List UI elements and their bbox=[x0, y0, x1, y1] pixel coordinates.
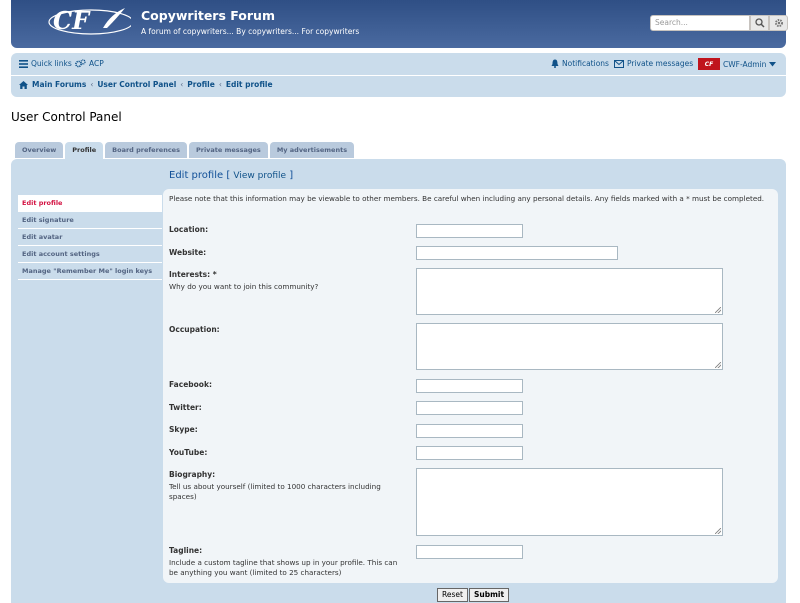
tab-board-preferences[interactable]: Board preferences bbox=[105, 142, 187, 158]
tab-profile[interactable]: Profile bbox=[65, 142, 104, 159]
side-menu-edit-avatar[interactable]: Edit avatar bbox=[18, 229, 162, 246]
private-messages-link[interactable]: Private messages bbox=[614, 59, 693, 68]
nav-links-row: Quick links ACP Notifications Private me… bbox=[11, 53, 786, 76]
breadcrumb-separator-icon: ‹ bbox=[90, 80, 94, 89]
breadcrumb-user-control-panel[interactable]: User Control Panel bbox=[97, 80, 176, 89]
tagline-label: Tagline: bbox=[169, 546, 203, 555]
breadcrumb-separator-icon: ‹ bbox=[180, 80, 184, 89]
page-title: User Control Panel bbox=[11, 110, 122, 124]
side-menu: Edit profile Edit signature Edit avatar … bbox=[18, 195, 162, 280]
search-icon bbox=[754, 18, 765, 28]
interests-label: Interests: * bbox=[169, 270, 217, 279]
facebook-input[interactable] bbox=[416, 379, 523, 393]
site-header: CF Copywriters Forum A forum of copywrit… bbox=[11, 0, 788, 48]
svg-text:CF: CF bbox=[53, 6, 91, 35]
bracket-close: ] bbox=[289, 170, 294, 181]
tagline-input[interactable] bbox=[416, 545, 523, 559]
youtube-input[interactable] bbox=[416, 446, 523, 460]
navbar: Quick links ACP Notifications Private me… bbox=[11, 53, 786, 97]
breadcrumb-profile[interactable]: Profile bbox=[187, 80, 215, 89]
occupation-textarea[interactable] bbox=[416, 323, 723, 370]
gears-icon bbox=[75, 59, 86, 68]
breadcrumb-edit-profile[interactable]: Edit profile bbox=[226, 80, 273, 89]
search-input[interactable]: Search... bbox=[650, 15, 750, 31]
skype-input[interactable] bbox=[416, 424, 523, 438]
gear-icon bbox=[774, 19, 783, 27]
location-label: Location: bbox=[169, 225, 209, 234]
acp-link[interactable]: ACP bbox=[75, 59, 104, 68]
caret-down-icon bbox=[769, 61, 777, 66]
facebook-label: Facebook: bbox=[169, 380, 212, 389]
skype-label: Skype: bbox=[169, 425, 198, 434]
acp-label: ACP bbox=[89, 59, 104, 68]
tab-private-messages[interactable]: Private messages bbox=[188, 142, 268, 158]
site-logo[interactable]: CF bbox=[41, 4, 131, 36]
search-button[interactable] bbox=[750, 15, 769, 31]
website-label: Website: bbox=[169, 248, 207, 257]
quick-links-menu[interactable]: Quick links bbox=[19, 59, 72, 68]
side-menu-edit-profile[interactable]: Edit profile bbox=[18, 195, 162, 212]
envelope-icon bbox=[614, 59, 624, 68]
quick-links-label: Quick links bbox=[31, 59, 72, 68]
privacy-notice: Please note that this information may be… bbox=[169, 194, 765, 203]
submit-button[interactable]: Submit bbox=[469, 588, 510, 602]
tab-overview[interactable]: Overview bbox=[15, 142, 64, 158]
twitter-input[interactable] bbox=[416, 401, 523, 415]
reset-button[interactable]: Reset bbox=[437, 588, 468, 602]
site-title[interactable]: Copywriters Forum bbox=[141, 8, 275, 23]
tab-my-advertisements[interactable]: My advertisements bbox=[269, 142, 355, 158]
advanced-search-button[interactable] bbox=[769, 15, 788, 31]
bracket-open: [ bbox=[226, 170, 231, 181]
location-input[interactable] bbox=[416, 224, 523, 238]
biography-textarea[interactable] bbox=[416, 468, 723, 536]
breadcrumb: Main Forums ‹ User Control Panel ‹ Profi… bbox=[19, 80, 273, 89]
biography-explain: Tell us about yourself (limited to 1000 … bbox=[169, 482, 381, 501]
youtube-label: YouTube: bbox=[169, 448, 208, 457]
side-menu-edit-signature[interactable]: Edit signature bbox=[18, 212, 162, 229]
edit-profile-heading: Edit profile [ View profile ] bbox=[169, 170, 293, 181]
biography-label: Biography: bbox=[169, 470, 216, 479]
side-menu-remember-me-keys[interactable]: Manage "Remember Me" login keys bbox=[18, 263, 162, 280]
side-menu-edit-account-settings[interactable]: Edit account settings bbox=[18, 246, 162, 263]
tagline-explain: Include a custom tagline that shows up i… bbox=[169, 558, 398, 577]
site-description: A forum of copywriters... By copywriters… bbox=[141, 27, 360, 36]
interests-explain: Why do you want to join this community? bbox=[169, 282, 319, 291]
breadcrumb-main-forums[interactable]: Main Forums bbox=[32, 80, 86, 89]
hamburger-icon bbox=[19, 59, 28, 68]
notifications-link[interactable]: Notifications bbox=[551, 59, 609, 68]
ucp-tabs: Overview Profile Board preferences Priva… bbox=[15, 142, 355, 159]
edit-profile-title: Edit profile bbox=[169, 170, 224, 181]
bell-icon bbox=[551, 59, 559, 68]
occupation-label: Occupation: bbox=[169, 325, 220, 334]
interests-textarea[interactable] bbox=[416, 268, 723, 315]
home-icon bbox=[19, 80, 28, 89]
user-menu[interactable]: CF CWF-Admin bbox=[698, 58, 777, 70]
view-profile-link[interactable]: View profile bbox=[233, 171, 286, 181]
avatar: CF bbox=[698, 58, 720, 70]
notifications-label: Notifications bbox=[562, 59, 609, 68]
website-input[interactable] bbox=[416, 246, 618, 260]
breadcrumb-separator-icon: ‹ bbox=[218, 80, 222, 89]
twitter-label: Twitter: bbox=[169, 403, 202, 412]
private-messages-label: Private messages bbox=[627, 59, 694, 68]
username-label: CWF-Admin bbox=[723, 59, 767, 69]
